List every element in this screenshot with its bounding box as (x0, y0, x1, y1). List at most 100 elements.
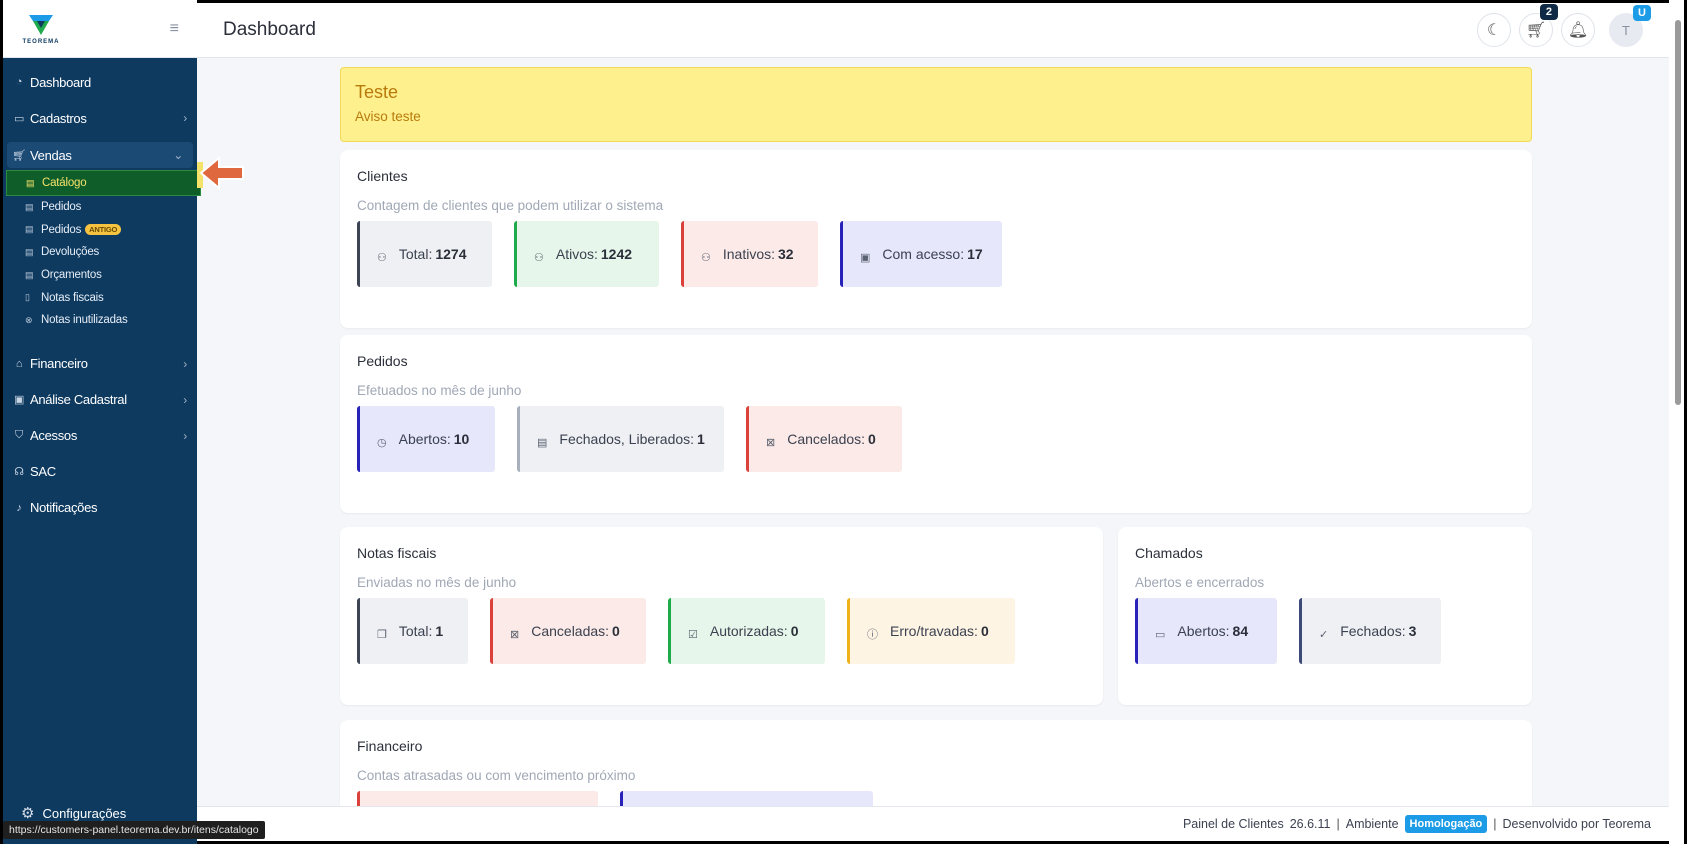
submenu-item-pedidos[interactable]: ▤ Pedidos (25, 196, 197, 219)
stat-chamados-abertos[interactable]: ▭ Abertos: 84 (1135, 598, 1277, 664)
sidebar-item-financeiro[interactable]: ⌂ Financeiro › (3, 346, 197, 382)
avatar[interactable]: T U (1609, 5, 1651, 47)
env-badge: Homologação (1404, 815, 1488, 833)
sidebar-item-cadastros[interactable]: ▭ Cadastros › (3, 100, 197, 136)
stats-row: ▭ Abertos: 84 ✓ Fechados: 3 (1135, 598, 1515, 664)
stat-fechados-liberados[interactable]: ▤ Fechados, Liberados: 1 (517, 406, 724, 472)
stat-value: 1242 (600, 246, 633, 262)
submenu-item-notas-fiscais[interactable]: ▯ Notas fiscais (25, 286, 197, 309)
stat-erro-travadas[interactable]: ⓘ Erro/travadas: 0 (847, 598, 1015, 664)
id-badge-icon: ▣ (860, 251, 871, 264)
menu-toggle-icon[interactable]: ≡ (170, 20, 179, 38)
stat-notas-total[interactable]: ❐ Total: 1 (357, 598, 468, 664)
list-icon: ▤ (25, 224, 34, 235)
alert-circle-icon: ⓘ (867, 629, 878, 641)
stat-value: 84 (1232, 623, 1249, 639)
stat-abertos[interactable]: ◷ Abertos: 10 (357, 406, 495, 472)
notifications-button[interactable]: 🔔︎ (1561, 13, 1595, 47)
stats-row: ⚇ Total: 1274 ⚇ Ativos: 1242 ⚇ Inativos:… (357, 221, 1515, 287)
sidebar: TEOREMA ≡ ◔ Dashboard ▭ Cadastros › 🛒︎ V… (0, 0, 201, 844)
stat-label: Total: (398, 246, 433, 262)
stat-contas-atrasadas[interactable] (357, 791, 598, 806)
list-icon: ▤ (25, 246, 34, 257)
stat-value: 32 (778, 246, 794, 262)
sidebar-item-label: SAC (30, 464, 56, 480)
stat-label: Abertos: (398, 431, 451, 447)
theme-toggle-button[interactable]: ☾ (1477, 13, 1511, 47)
gear-icon: ⚙ (21, 805, 35, 822)
chevron-right-icon: › (183, 392, 187, 407)
separator: | (1493, 817, 1497, 831)
financeiro-card: Financeiro Contas atrasadas ou com venci… (340, 720, 1532, 806)
submenu-item-devolucoes[interactable]: ▤ Devoluções (25, 241, 197, 264)
submenu-item-label: Notas inutilizadas (41, 314, 128, 327)
sidebar-item-dashboard[interactable]: ◔ Dashboard (3, 64, 197, 100)
vendas-submenu: ▤ Catálogo ▤ Pedidos ▤ Pedidos ANTIGO ▤ … (3, 170, 201, 332)
submenu-item-label: Pedidos (41, 201, 82, 214)
stat-cancelados[interactable]: ⊠ Cancelados: 0 (746, 406, 902, 472)
submenu-item-orcamentos[interactable]: ▤ Orçamentos (25, 264, 197, 287)
copy-icon: ❐ (377, 628, 387, 641)
bell-icon: 🔔︎ (1567, 22, 1589, 39)
separator: | (1336, 817, 1340, 831)
version-label: 26.6.11 (1289, 817, 1331, 831)
clock-icon: ◷ (377, 436, 387, 449)
chevron-right-icon: › (183, 428, 187, 443)
sidebar-item-label: Notificações (30, 500, 98, 516)
developer-label: Desenvolvido por Teorema (1502, 817, 1651, 831)
stat-ativos[interactable]: ⚇ Ativos: 1242 (514, 221, 659, 287)
topbar: Dashboard ☾ 🛒︎ 2 🔔︎ T U (197, 0, 1669, 58)
sidebar-item-configuracoes[interactable]: ⚙ Configurações (21, 804, 126, 822)
stat-canceladas[interactable]: ⊠ Canceladas: 0 (490, 598, 646, 664)
stat-inativos[interactable]: ⚇ Inativos: 32 (681, 221, 818, 287)
stat-com-acesso[interactable]: ▣ Com acesso: 17 (840, 221, 1002, 287)
submenu-item-catalogo[interactable]: ▤ Catálogo (6, 170, 201, 196)
headset-icon: ☊ (14, 466, 24, 479)
sidebar-item-label: Financeiro (30, 356, 88, 372)
sidebar-item-label: Cadastros (30, 110, 87, 126)
stat-label: Com acesso: (882, 246, 965, 262)
teorema-logo[interactable]: TEOREMA (19, 13, 63, 45)
sidebar-item-sac[interactable]: ☊ SAC (3, 454, 197, 490)
sidebar-nav: ◔ Dashboard ▭ Cadastros › 🛒︎ Vendas ⌄ ▤ … (3, 58, 201, 526)
teorema-logo-mark (29, 14, 53, 35)
sidebar-lower-group: ⌂ Financeiro › ▣ Análise Cadastral › ⛉ A… (3, 346, 197, 526)
submenu-item-notas-inutilizadas[interactable]: ⊗ Notas inutilizadas (25, 309, 197, 332)
sidebar-item-acessos[interactable]: ⛉ Acessos › (3, 418, 197, 454)
stat-label: Inativos: (722, 246, 776, 262)
stat-chamados-fechados[interactable]: ✓ Fechados: 3 (1299, 598, 1441, 664)
stat-label: Fechados, Liberados: (559, 431, 695, 447)
submenu-item-label: Catálogo (42, 177, 87, 189)
env-label: Ambiente (1345, 817, 1399, 831)
list-icon: ▤ (25, 201, 34, 212)
stat-total[interactable]: ⚇ Total: 1274 (357, 221, 492, 287)
id-card-icon: ▭ (13, 112, 25, 125)
sidebar-item-notificacoes[interactable]: ♪ Notificações (3, 490, 197, 526)
card-subtitle: Abertos e encerrados (1135, 575, 1265, 590)
sidebar-item-vendas[interactable]: 🛒︎ Vendas ⌄ (7, 142, 193, 168)
stat-autorizadas[interactable]: ☑ Autorizadas: 0 (668, 598, 825, 664)
cart-button[interactable]: 🛒︎ 2 (1519, 4, 1558, 47)
page-title: Dashboard (223, 19, 316, 40)
card-subtitle: Contagem de clientes que podem utilizar … (357, 198, 664, 213)
stat-label: Fechados: (1340, 623, 1406, 639)
page-scrollbar[interactable] (1669, 0, 1687, 844)
document-icon: ▯ (25, 292, 30, 303)
configuracoes-label: Configurações (42, 805, 127, 821)
stat-value: 17 (967, 246, 983, 262)
stat-contas-vencimento[interactable] (620, 791, 873, 806)
scrollbar-thumb[interactable] (1675, 20, 1681, 405)
sidebar-item-analise-cadastral[interactable]: ▣ Análise Cadastral › (3, 382, 197, 418)
chamados-card: Chamados Abertos e encerrados ▭ Abertos:… (1118, 527, 1532, 705)
avatar-letter: T (1622, 22, 1630, 38)
card-title: Clientes (357, 168, 408, 184)
stat-label: Autorizadas: (709, 623, 788, 639)
sidebar-item-label: Acessos (30, 428, 78, 444)
gauge-icon: ◔ (15, 76, 23, 88)
stat-value: 0 (612, 623, 620, 639)
stats-row: ◷ Abertos: 10 ▤ Fechados, Liberados: 1 ⊠… (357, 406, 1515, 472)
moon-icon: ☾ (1486, 22, 1502, 39)
list-icon: ▤ (26, 177, 35, 188)
chevron-down-icon: ⌄ (173, 148, 183, 162)
submenu-item-pedidos-antigo[interactable]: ▤ Pedidos ANTIGO (25, 219, 197, 242)
